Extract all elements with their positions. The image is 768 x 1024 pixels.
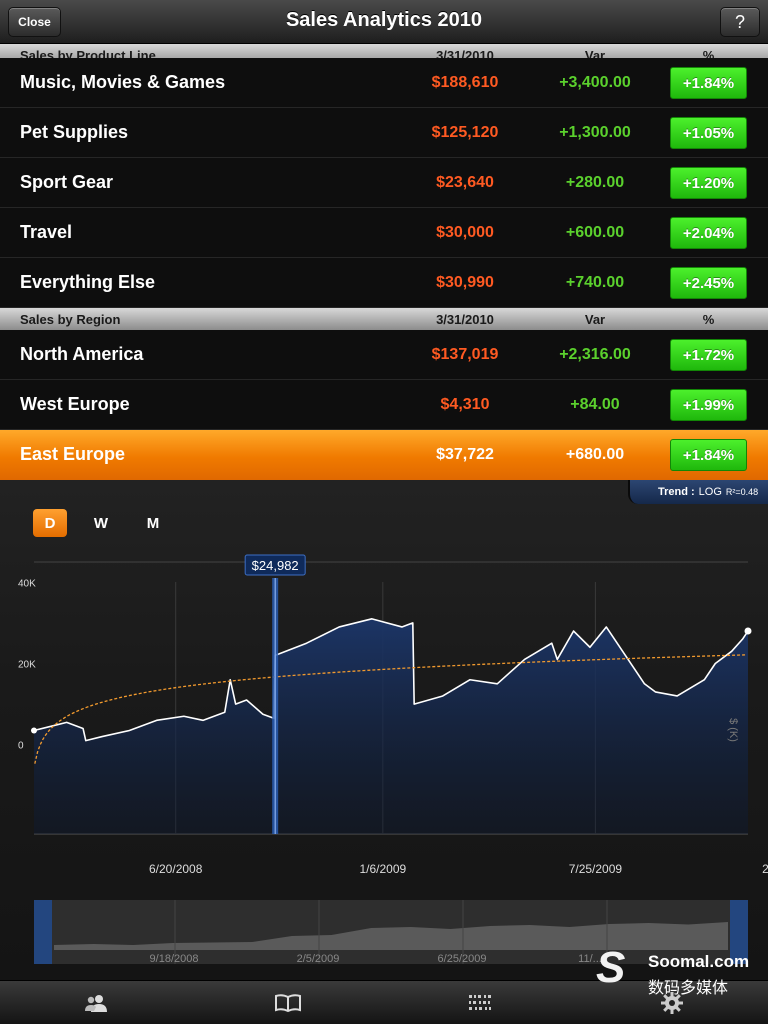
row-name: Music, Movies & Games — [20, 72, 226, 92]
row-var: +1,300.00 — [559, 124, 631, 141]
period-month-button[interactable]: M — [136, 509, 170, 537]
percent-badge[interactable]: +1.84% — [670, 67, 747, 99]
navigator-tick-label: 9/18/2008 — [150, 953, 199, 965]
watermark-s-icon: S — [596, 943, 626, 992]
sales-trend-chart[interactable]: 6/20/2008 1/6/2009 7/25/2009 2/10/2010 40K 20… — [0, 480, 768, 980]
cursor-label: $24,982 — [252, 558, 299, 573]
row-name: West Europe — [20, 394, 130, 414]
row-value: $188,610 — [431, 74, 499, 91]
page-title: Sales Analytics 2010 — [285, 9, 483, 31]
row-value: $30,990 — [436, 274, 494, 291]
percent-badge[interactable]: +1.99% — [670, 389, 747, 421]
table-row[interactable]: West Europe $4,310 +84.00 +1.99% — [0, 380, 768, 430]
row-value: $137,019 — [431, 346, 499, 363]
navigator-tick-label: 2/5/2009 — [297, 953, 340, 965]
navigator-left-handle — [34, 900, 52, 964]
row-name: Sport Gear — [20, 172, 114, 192]
row-value: $37,722 — [436, 446, 494, 463]
period-week-button[interactable]: W — [84, 509, 118, 537]
table-row[interactable]: Sport Gear $23,640 +280.00 +1.20% — [0, 158, 768, 208]
row-name: North America — [20, 344, 144, 364]
title-bar: Close Sales Analytics 2010 ? — [0, 0, 768, 44]
row-name: Everything Else — [20, 272, 156, 292]
row-value: $125,120 — [431, 124, 499, 141]
column-header-pct: % — [702, 312, 715, 327]
percent-badge[interactable]: +1.84% — [670, 439, 747, 471]
table-row[interactable]: Everything Else $30,990 +740.00 +2.45% — [0, 258, 768, 308]
row-value: $30,000 — [436, 224, 494, 241]
region-section-header: Sales by Region 3/31/2010 Var % — [0, 308, 768, 330]
row-var: +3,400.00 — [559, 74, 631, 91]
book-icon[interactable] — [272, 991, 304, 1015]
row-value: $23,640 — [436, 174, 494, 191]
y-tick-label: 20K — [18, 659, 36, 670]
watermark-logo: S Soomal.com 数码多媒体 — [596, 943, 766, 998]
percent-badge[interactable]: +2.04% — [670, 217, 747, 249]
row-var: +600.00 — [565, 224, 625, 241]
x-tick-label: 6/20/2008 — [149, 862, 203, 876]
row-var: +2,316.00 — [559, 346, 631, 363]
row-name: Pet Supplies — [20, 122, 129, 142]
percent-badge[interactable]: +1.05% — [670, 117, 747, 149]
column-header-date: 3/31/2010 — [436, 312, 494, 327]
x-tick-label: 7/25/2009 — [569, 862, 623, 876]
watermark-text-1: Soomal.com — [648, 952, 750, 971]
row-name: East Europe — [20, 444, 126, 464]
table-row[interactable]: Pet Supplies $125,120 +1,300.00 +1.05% — [0, 108, 768, 158]
table-row-selected[interactable]: East Europe $37,722 +680.00 +1.84% — [0, 430, 768, 480]
series-end-point — [744, 627, 752, 635]
period-day-button[interactable]: D — [33, 509, 67, 537]
help-button[interactable]: ? — [720, 7, 760, 37]
barcode-icon[interactable] — [464, 991, 496, 1015]
y-tick-label: 0 — [18, 741, 24, 752]
navigator-tick-label: 6/25/2009 — [438, 953, 487, 965]
row-var: +680.00 — [565, 446, 625, 463]
table-row[interactable]: Travel $30,000 +600.00 +2.04% — [0, 208, 768, 258]
column-header-var: Var — [584, 312, 606, 327]
y-axis-label: $ (K) — [727, 718, 739, 742]
table-row[interactable]: North America $137,019 +2,316.00 +1.72% — [0, 330, 768, 380]
percent-badge[interactable]: +1.20% — [670, 167, 747, 199]
users-icon[interactable] — [80, 991, 112, 1015]
percent-badge[interactable]: +1.72% — [670, 339, 747, 371]
y-tick-label: 40K — [18, 578, 36, 589]
row-value: $4,310 — [440, 396, 490, 413]
table-row[interactable]: Music, Movies & Games $188,610 +3,400.00… — [0, 58, 768, 108]
watermark-text-2: 数码多媒体 — [648, 980, 729, 997]
row-var: +280.00 — [565, 174, 625, 191]
column-header-name: Sales by Region — [20, 312, 121, 327]
x-tick-label: 2/10/2010 — [762, 862, 768, 876]
row-name: Travel — [20, 222, 73, 242]
percent-badge[interactable]: +2.45% — [670, 267, 747, 299]
x-tick-label: 1/6/2009 — [359, 862, 406, 876]
row-var: +84.00 — [570, 396, 620, 413]
series-start-point — [31, 727, 37, 734]
row-var: +740.00 — [565, 274, 625, 291]
